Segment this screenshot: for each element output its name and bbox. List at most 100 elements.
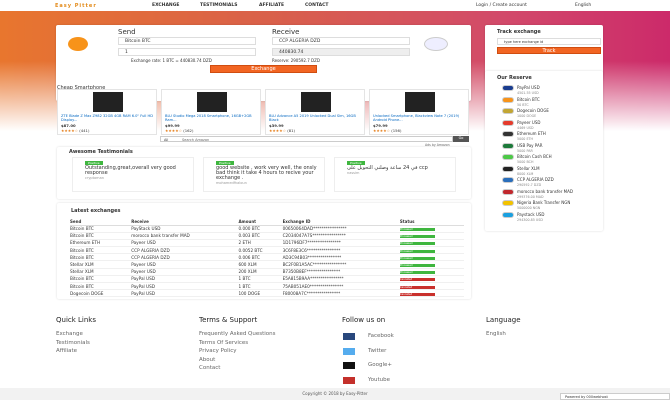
status-badge: Processed <box>399 256 435 260</box>
table-cell: Bitcoin BTC <box>70 253 132 262</box>
reserve-item: Stellar XLM 8000 XLM <box>502 165 540 176</box>
table-cell: PayStack USD <box>131 225 239 233</box>
search-category[interactable]: All <box>164 138 168 142</box>
track-input[interactable]: type here exchange id <box>497 38 601 45</box>
table-cell: Dogecoin DOGE <box>70 289 132 298</box>
bitcoin-icon <box>68 37 88 51</box>
cell-text: PayPal USD <box>131 276 155 282</box>
table-cell: Processed <box>399 246 464 255</box>
table-cell: 100 DOGE <box>238 289 283 298</box>
send-amount-input[interactable]: 1 <box>118 48 256 56</box>
google-plus-icon[interactable] <box>343 362 355 369</box>
table-cell: 75AB051AE0**************** <box>282 282 400 291</box>
search-go-button[interactable]: Go <box>453 136 469 142</box>
reserve-item: Paystack USD 294300.85 USD <box>502 211 545 222</box>
amazon-search[interactable]: All Search Amazon <box>160 136 453 142</box>
nav-affiliate[interactable]: AFFILIATE <box>259 3 284 8</box>
status-badge: Cancelled <box>399 285 435 289</box>
footer-link[interactable]: Contact <box>199 365 220 371</box>
youtube-icon[interactable] <box>343 376 355 384</box>
reserve-name: Dogecoin DOGE <box>517 108 549 113</box>
table-cell: PayPal USD <box>131 282 239 291</box>
footer-link[interactable]: Privacy Policy <box>199 348 236 354</box>
product-card[interactable]: BLU Studio Mega 2018 Smartphone, 16GB+2G… <box>161 89 261 135</box>
currency-icon <box>502 200 514 206</box>
powered-by-badge[interactable]: Powered by 000webhost <box>560 393 670 400</box>
cell-text: AD3C94B03**************** <box>282 254 342 260</box>
logo[interactable]: Easy Pitter <box>55 3 97 9</box>
product-title[interactable]: BLU Advance A5 2019 Unlocked Dual Sim, 1… <box>269 114 363 122</box>
search-input[interactable]: Search Amazon <box>182 138 209 142</box>
currency-icon <box>502 177 514 183</box>
send-currency-select[interactable]: Bitcoin BTC <box>118 37 256 45</box>
reserve-item: Nigeria Bank Transfer NGN 5000000 NGN <box>502 200 570 210</box>
footer-link[interactable]: Frequently Asked Questions <box>199 331 276 337</box>
receive-currency-select[interactable]: CCP ALGERIA DZD <box>272 37 410 45</box>
product-image[interactable] <box>197 92 227 112</box>
login-link[interactable]: Login / Create account <box>476 3 527 8</box>
status-badge: Processed <box>399 228 435 232</box>
footer-link[interactable]: About <box>199 357 215 363</box>
status-badge: Processed <box>399 249 435 253</box>
cell-text: morocco bank transfer MAD <box>131 233 190 239</box>
product-card[interactable]: BLU Advance A5 2019 Unlocked Dual Sim, 1… <box>265 89 365 135</box>
social-link[interactable]: Facebook <box>368 333 394 339</box>
nav-contact[interactable]: CONTACT <box>305 3 328 8</box>
product-title[interactable]: ZTE Blade Z Max Z982 32GB 4GB RAM 6.0" F… <box>61 114 155 122</box>
facebook-icon[interactable] <box>343 333 355 340</box>
language-select[interactable]: English <box>575 3 591 8</box>
testimonial-author: nassim <box>347 171 360 175</box>
nav-exchange[interactable]: EXCHANGE <box>152 3 179 8</box>
table-cell: morocco bank transfer MAD <box>131 232 239 240</box>
footer-link[interactable]: Affiliate <box>56 348 77 354</box>
currency-icon <box>502 85 514 91</box>
reserve-name: morocco bank transfer MAD <box>517 188 573 194</box>
table-cell: Bitcoin BTC <box>70 275 132 284</box>
product-image[interactable] <box>301 92 331 112</box>
reserve-amount: 8000 XLM <box>517 171 534 176</box>
currency-icon <box>502 165 514 172</box>
footer-link[interactable]: Terms Of Services <box>199 340 248 346</box>
language-link[interactable]: English <box>486 331 506 337</box>
cell-text: 2 ETH <box>238 240 251 246</box>
cell-text: 200 XLM <box>238 269 257 275</box>
cell-text: Stellar XLM <box>70 262 94 268</box>
reserve-name: Bitcoin Cash BCH <box>517 154 552 159</box>
reserve-amount: 5000 ETH <box>517 137 534 141</box>
status-badge: Cancelled <box>399 278 435 282</box>
table-cell: Processed <box>399 253 464 262</box>
twitter-icon[interactable] <box>343 347 355 355</box>
reserve-item: morocco bank transfer MAD 299376.00 MAD <box>502 188 573 199</box>
track-button[interactable]: Track <box>497 47 601 54</box>
social-link[interactable]: Youtube <box>368 377 390 383</box>
product-title[interactable]: BLU Studio Mega 2018 Smartphone, 16GB+2G… <box>165 114 259 122</box>
product-card[interactable]: ZTE Blade Z Max Z982 32GB 4GB RAM 6.0" F… <box>57 89 157 135</box>
exchange-button[interactable]: Exchange <box>210 65 317 73</box>
track-title: Track exchange <box>497 29 541 35</box>
product-rating: ★★★★☆ (156) <box>373 128 402 133</box>
table-cell: Processed <box>399 232 464 240</box>
receive-amount-field: 440830.74 <box>272 48 410 56</box>
product-image[interactable] <box>93 92 123 112</box>
table-cell: PayPal USD <box>131 289 239 298</box>
table-cell: CCP ALGERIA DZD <box>131 246 239 255</box>
product-title[interactable]: Unlocked Smartphone, Blackview Note 7 (2… <box>373 114 467 122</box>
social-link[interactable]: Twitter <box>368 348 386 354</box>
cell-text: Payeer USD <box>131 262 156 268</box>
currency-icon <box>502 142 514 149</box>
footer-link[interactable]: Exchange <box>56 331 83 337</box>
social-link[interactable]: Google+ <box>368 362 392 368</box>
table-cell: 0.003 BTC <box>238 232 283 240</box>
reserve-name: Bitcoin BTC <box>517 96 540 102</box>
currency-icon <box>502 119 514 126</box>
nav-testimonials[interactable]: TESTIMONIALS <box>200 3 237 8</box>
reserve-amount: 5000000 NGN <box>517 206 541 210</box>
footer-link[interactable]: Testimonials <box>56 340 90 346</box>
cell-text: Bitcoin BTC <box>70 226 94 232</box>
reserve-amount: 290592.7 DZD <box>517 183 542 187</box>
reserve-item: USB Pay PAR 5000 PAR <box>502 142 542 153</box>
product-image[interactable] <box>405 92 435 112</box>
product-card[interactable]: Unlocked Smartphone, Blackview Note 7 (2… <box>369 89 469 135</box>
cell-text: 1 BTC <box>238 283 251 289</box>
table-cell: 600 XLM <box>238 260 283 269</box>
